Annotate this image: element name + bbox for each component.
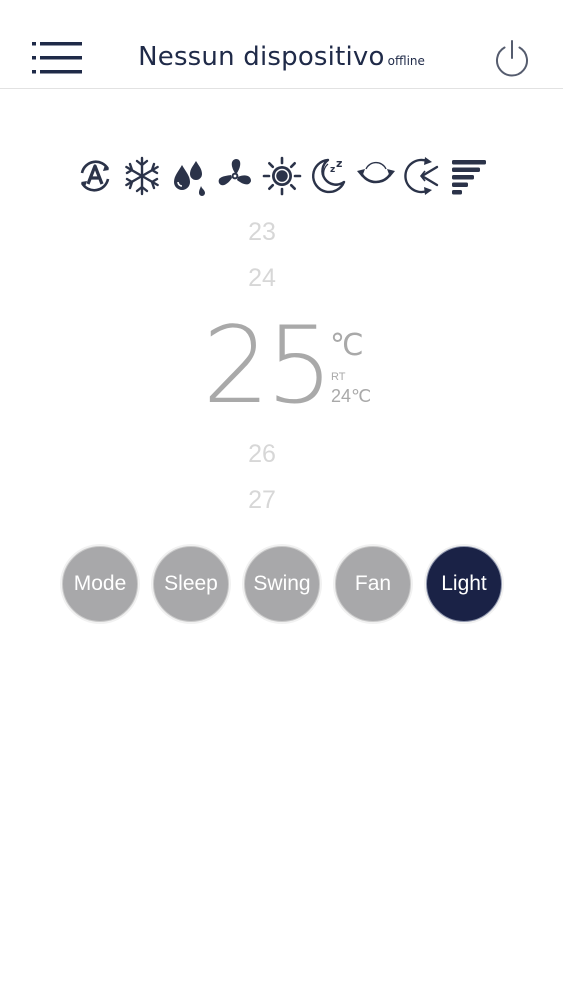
room-temperature-value: 24℃ — [331, 386, 372, 406]
dry-droplet-icon — [173, 161, 205, 196]
mode-fan-speed[interactable] — [448, 155, 490, 197]
fan-icon — [218, 159, 252, 186]
power-icon — [496, 40, 528, 77]
cool-snowflake-icon — [124, 156, 159, 196]
mode-button[interactable]: Mode — [62, 546, 138, 622]
swing-button[interactable]: Swing — [244, 546, 320, 622]
light-button[interactable]: Light — [426, 546, 502, 622]
control-button-row: Mode Sleep Swing Fan Light — [60, 546, 504, 626]
swing-horizontal-icon — [404, 157, 439, 195]
mode-fan[interactable] — [214, 155, 256, 197]
sleep-button[interactable]: Sleep — [153, 546, 229, 622]
temperature-option[interactable]: 27 — [212, 486, 312, 515]
mode-dry[interactable] — [168, 155, 210, 197]
heat-sun-icon — [262, 156, 302, 196]
mode-auto[interactable] — [74, 155, 116, 197]
app-header: Nessun dispositivo offline — [0, 0, 563, 89]
title-bar: Nessun dispositivo offline — [0, 42, 563, 72]
room-temperature-label: RT — [331, 371, 346, 383]
mode-swing-vertical[interactable] — [355, 155, 397, 197]
mode-icon-row: z z — [74, 153, 490, 199]
connection-status: offline — [387, 54, 425, 68]
current-temperature[interactable]: 25 — [196, 306, 336, 426]
fan-speed-icon — [452, 160, 486, 195]
fan-button[interactable]: Fan — [335, 546, 411, 622]
power-button[interactable] — [492, 38, 532, 78]
svg-text:z: z — [330, 165, 335, 175]
auto-mode-icon — [80, 160, 110, 192]
mode-swing-horizontal[interactable] — [401, 155, 443, 197]
temperature-unit: ℃ — [330, 329, 364, 362]
temperature-option[interactable]: 23 — [212, 218, 312, 247]
swing-vertical-icon — [356, 161, 395, 184]
mode-cool[interactable] — [121, 155, 163, 197]
svg-text:z: z — [336, 157, 342, 170]
mode-heat[interactable] — [261, 155, 303, 197]
temperature-option[interactable]: 26 — [212, 440, 312, 469]
temperature-option[interactable]: 24 — [212, 264, 312, 293]
mode-sleep[interactable]: z z — [308, 155, 350, 197]
page-title: Nessun dispositivo — [138, 42, 385, 72]
sleep-moon-icon: z z — [311, 157, 345, 194]
